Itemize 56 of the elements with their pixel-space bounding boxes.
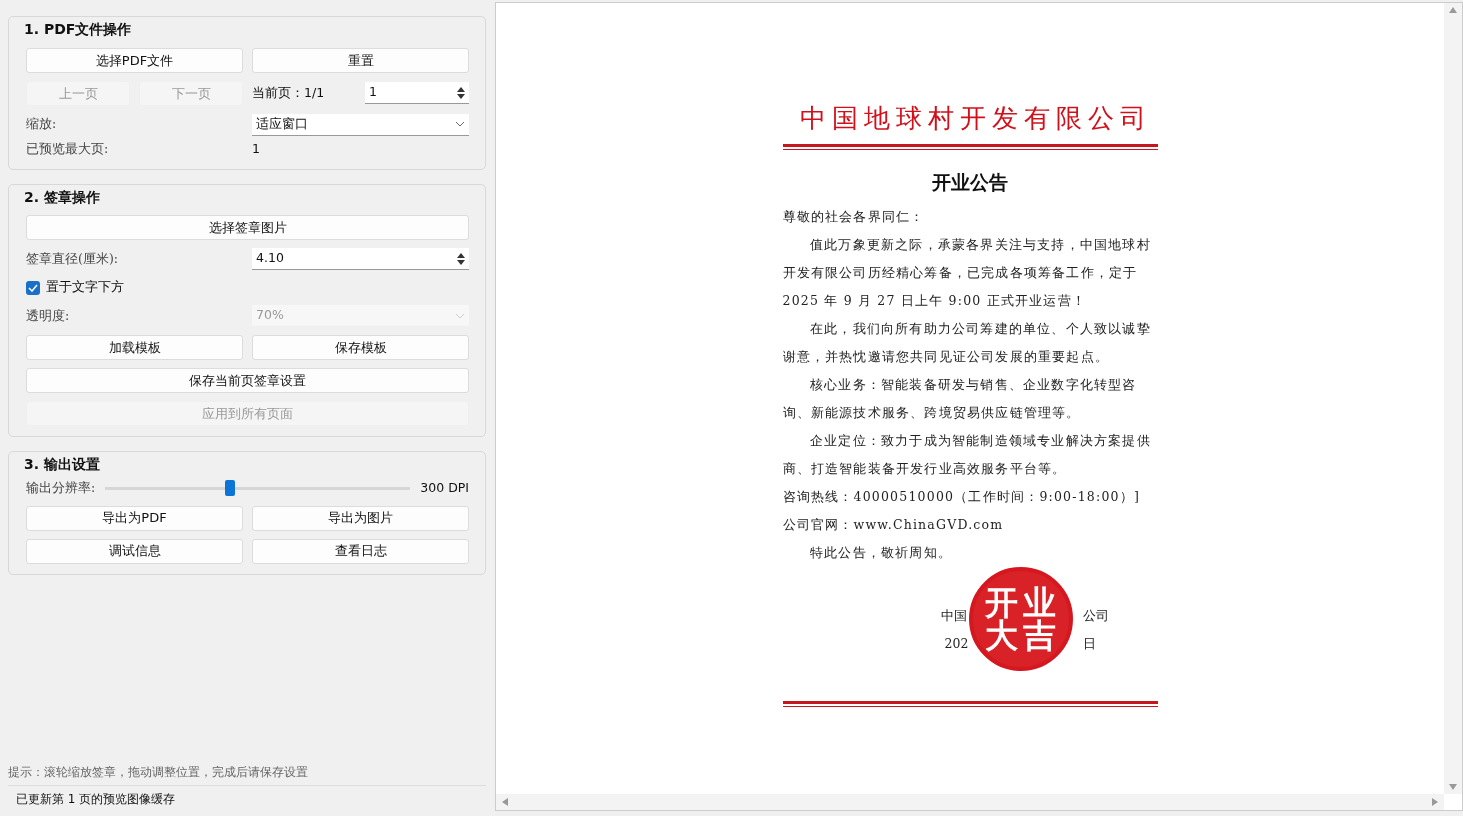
page-label: 当前页：1/1 [252, 83, 326, 102]
field-value: 1 [252, 139, 261, 158]
spin-arrows-icon[interactable] [457, 251, 465, 266]
status-text: 已更新第 1 页的预览图像缓存 [16, 792, 176, 806]
paragraph: 尊敬的社会各界同仁： [782, 207, 926, 226]
company-header: 中国地球村开发有限公司 [799, 102, 1153, 135]
paragraph: 企业定位：致力于成为智能制造领域专业解决方案提供商、打造智能装备开发行业高效服务平台等。 [782, 431, 1152, 478]
seal-character: 业 [1023, 585, 1056, 619]
field-label: 签章直径(厘米): [26, 249, 119, 268]
combo-box[interactable]: 适应窗口 [252, 113, 469, 136]
hint-text: 提示：滚轮缩放签章，拖动调整位置，完成后请保存设置 [8, 763, 486, 786]
slider-reading: 300 DPI [420, 478, 469, 497]
paragraph: 公司官网：www.ChinaGVD.com [782, 515, 1005, 534]
field-label: 缩放: [26, 115, 58, 134]
paragraph: 咨询热线：40000510000（工作时间：9:00-18:00）] [782, 487, 1141, 506]
push-button[interactable]: 保存当前页签章设置 [26, 368, 469, 393]
scroll-down-icon[interactable] [1449, 784, 1457, 790]
push-button[interactable]: 加载模板 [26, 335, 243, 360]
push-button[interactable]: 选择签章图片 [26, 215, 469, 241]
field-label: 透明度: [26, 306, 71, 325]
field-label: 已预览最大页: [26, 139, 110, 158]
spinbox-value: 4.10 [256, 249, 284, 268]
paragraph: 在此，我们向所有助力公司筹建的单位、个人致以诚挚谢意，并热忱邀请您共同见证公司发展的重要起点。 [782, 319, 1152, 366]
push-button[interactable]: 查看日志 [252, 538, 469, 564]
seal-character: 吉 [1023, 618, 1056, 652]
seal-character: 大 [985, 618, 1018, 652]
signature-text: 中国 [940, 606, 967, 625]
spinbox-value: 1 [369, 83, 377, 102]
push-button[interactable]: 调试信息 [26, 538, 243, 564]
scroll-left-icon[interactable] [502, 798, 508, 806]
checkbox-label: 置于文字下方 [46, 278, 124, 297]
date-text: 202 [944, 634, 969, 653]
scroll-right-icon[interactable] [1432, 798, 1438, 806]
slider-thumb[interactable] [225, 480, 236, 497]
checkbox[interactable] [26, 280, 40, 295]
combo-value: 适应窗口 [256, 114, 308, 133]
seal-character: 开 [985, 585, 1018, 619]
document-title: 开业公告 [931, 170, 1009, 195]
page-spinbox[interactable]: 1 [365, 82, 469, 105]
date-text: 日 [1082, 634, 1096, 653]
push-button[interactable]: 选择PDF文件 [26, 47, 243, 73]
paragraph: 特此公告，敬祈周知。 [809, 543, 953, 562]
spinbox[interactable]: 4.10 [252, 248, 469, 271]
caret-icon [455, 312, 465, 319]
push-button[interactable]: 保存模板 [252, 335, 469, 360]
paragraph: 核心业务：智能装备研发与销售、企业数字化转型咨询、新能源技术服务、跨境贸易供应链管理等。 [782, 375, 1138, 422]
push-button[interactable]: 导出为PDF [26, 505, 243, 531]
signature-text: 公司 [1082, 606, 1109, 625]
caret-icon [455, 121, 465, 128]
spin-arrows-icon[interactable] [457, 85, 465, 100]
combo-value: 70% [256, 306, 284, 325]
scroll-up-icon[interactable] [1449, 7, 1457, 13]
push-button[interactable]: 导出为图片 [252, 505, 469, 531]
field-label: 输出分辨率: [26, 478, 96, 497]
push-button[interactable]: 重置 [252, 47, 469, 73]
paragraph: 值此万象更新之际，承蒙各界关注与支持，中国地球村开发有限公司历经精心筹备，已完成各项筹备工作，定于2025 年 9 月 27 日上午 9:00 正式开业运营！ [782, 235, 1152, 310]
